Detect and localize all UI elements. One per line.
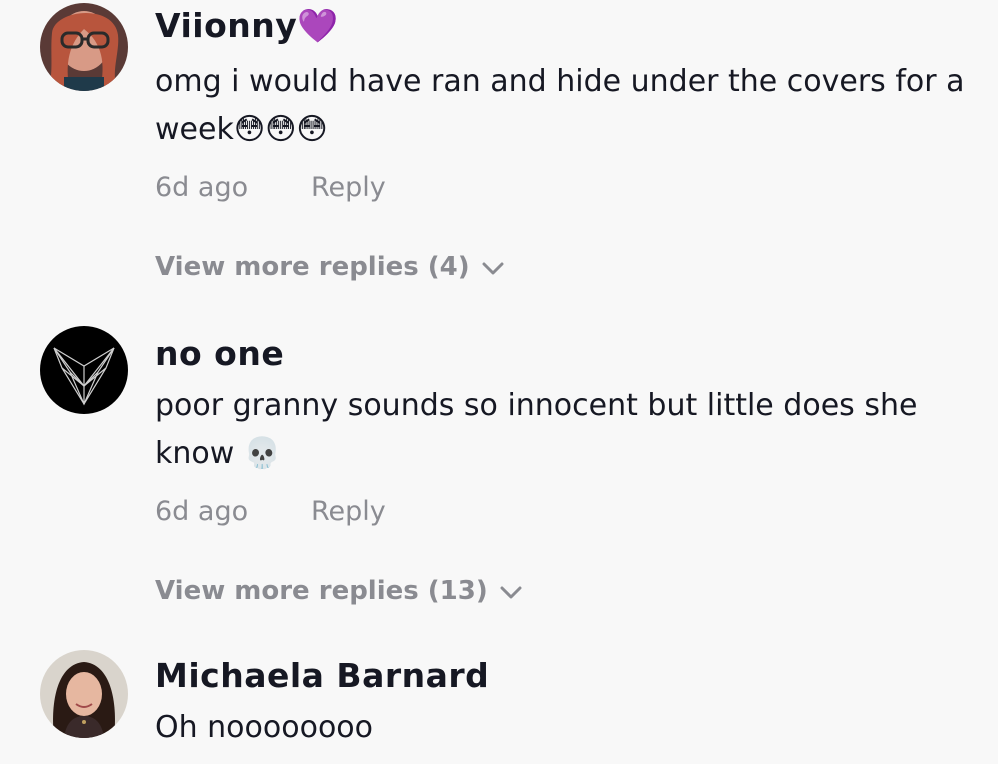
view-more-replies-label: View more replies (13) (155, 576, 488, 606)
timestamp: 6d ago (155, 172, 249, 203)
username[interactable]: Michaela Barnard (155, 656, 489, 695)
avatar[interactable] (40, 3, 128, 91)
comment-meta: 6d ago Reply (155, 496, 386, 527)
view-more-replies-button[interactable]: View more replies (13) (155, 576, 522, 607)
comment-text: poor granny sounds so innocent but littl… (155, 388, 918, 471)
chevron-down-icon (500, 577, 522, 607)
username-text: Michaela Barnard (155, 656, 490, 695)
reply-button[interactable]: Reply (311, 172, 386, 203)
avatar-image (40, 3, 128, 91)
username[interactable]: Viionny💜 (155, 6, 339, 46)
comment-text: Oh noooooooo (155, 710, 374, 745)
comment-text: omg i would have ran and hide under the … (155, 64, 965, 147)
username[interactable]: no one (155, 334, 284, 373)
chevron-down-icon (482, 253, 504, 283)
view-more-replies-button[interactable]: View more replies (4) (155, 252, 504, 283)
avatar[interactable] (40, 650, 128, 738)
avatar[interactable] (40, 326, 128, 414)
view-more-replies-label: View more replies (4) (155, 252, 470, 282)
username-text: no one (155, 334, 285, 373)
reply-button[interactable]: Reply (311, 496, 386, 527)
avatar-image (40, 650, 128, 738)
username-text: Viionny (155, 6, 298, 45)
timestamp: 6d ago (155, 496, 249, 527)
purple-heart-icon: 💜 (297, 6, 339, 45)
comment-meta: 6d ago Reply (155, 172, 386, 203)
avatar-image (40, 326, 128, 414)
